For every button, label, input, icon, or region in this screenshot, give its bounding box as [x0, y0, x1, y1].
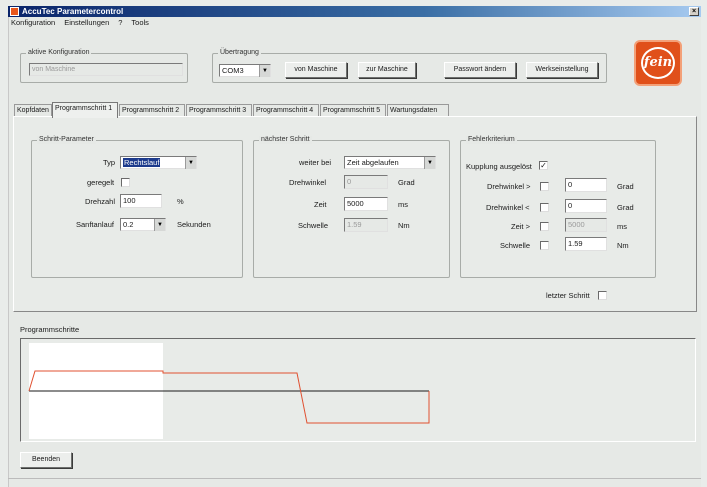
- menu-tools[interactable]: Tools: [131, 18, 149, 27]
- dw-lt-unit: Grad: [617, 203, 634, 212]
- zeit-gt-checkbox[interactable]: [540, 222, 549, 231]
- schwelle-unit: Nm: [398, 221, 410, 230]
- chevron-down-icon[interactable]: ▼: [259, 65, 270, 77]
- exit-button[interactable]: Beenden: [20, 452, 72, 468]
- dw-lt-checkbox[interactable]: [540, 203, 549, 212]
- menu-einstellungen[interactable]: Einstellungen: [64, 18, 109, 27]
- drehwinkel-label: Drehwinkel: [289, 178, 327, 187]
- tab-programmschritt-1[interactable]: Programmschritt 1: [52, 102, 118, 118]
- typ-value: Rechtslauf: [123, 158, 161, 167]
- chevron-down-icon[interactable]: ▼: [424, 157, 435, 169]
- next-step-legend: nächster Schritt: [259, 136, 312, 144]
- program-steps-graph: [20, 338, 696, 442]
- active-config-field: von Maschine: [29, 63, 183, 76]
- zeit-unit: ms: [398, 200, 408, 209]
- from-machine-button[interactable]: von Maschine: [285, 62, 347, 78]
- transfer-legend: Übertragung: [218, 49, 261, 57]
- close-button[interactable]: ×: [689, 7, 699, 16]
- drehzahl-label: Drehzahl: [85, 197, 116, 206]
- last-step-label: letzter Schritt: [546, 291, 590, 300]
- dw-gt-label: Drehwinkel >: [487, 182, 531, 191]
- schwelle-label: Schwelle: [298, 221, 329, 230]
- zeit-gt-input: 5000: [565, 218, 607, 232]
- dw-gt-checkbox[interactable]: [540, 182, 549, 191]
- geregelt-label: geregelt: [87, 178, 115, 187]
- chevron-down-icon[interactable]: ▼: [154, 219, 165, 231]
- app-icon: [10, 7, 19, 16]
- weiter-label: weiter bei: [299, 158, 332, 167]
- menu-bar: Konfiguration Einstellungen? Tools: [8, 18, 155, 28]
- zeit-label: Zeit: [314, 200, 327, 209]
- weiter-value: Zeit abgelaufen: [347, 158, 399, 167]
- geregelt-checkbox[interactable]: [121, 178, 130, 187]
- sanftanlauf-unit: Sekunden: [177, 220, 211, 229]
- kupplung-checkbox[interactable]: ✓: [539, 161, 548, 170]
- kupplung-label: Kupplung ausgelöst: [466, 162, 532, 171]
- menu-help[interactable]: ?: [118, 18, 122, 27]
- fein-logo-text: fein: [641, 47, 675, 79]
- dw-gt-input[interactable]: 0: [565, 178, 607, 192]
- schwelle-input: 1.59: [344, 218, 388, 232]
- schwelle-err-input[interactable]: 1.59: [565, 237, 607, 251]
- zeit-input[interactable]: 5000: [344, 197, 388, 211]
- port-select[interactable]: COM3 ▼: [219, 64, 271, 77]
- error-criterion-legend: Fehlerkriterium: [466, 136, 517, 144]
- change-password-button[interactable]: Passwort ändern: [444, 62, 516, 78]
- zeit-gt-unit: ms: [617, 222, 627, 231]
- sanftanlauf-label: Sanftanlauf: [76, 220, 114, 229]
- port-value: COM3: [222, 66, 244, 75]
- sanftanlauf-select[interactable]: 0.2 ▼: [120, 218, 166, 231]
- drehwinkel-input: 0: [344, 175, 388, 189]
- factory-settings-button[interactable]: Werkseinstellung: [526, 62, 598, 78]
- typ-label: Typ: [103, 158, 116, 167]
- dw-lt-input[interactable]: 0: [565, 199, 607, 213]
- chevron-down-icon[interactable]: ▼: [185, 157, 196, 169]
- typ-select[interactable]: Rechtslauf ▼: [120, 156, 197, 169]
- window-title: AccuTec Parametercontrol: [22, 7, 124, 16]
- drehwinkel-unit: Grad: [398, 178, 415, 187]
- dw-lt-label: Drehwinkel <: [486, 203, 530, 212]
- schwelle-err-checkbox[interactable]: [540, 241, 549, 250]
- zeit-gt-label: Zeit >: [511, 222, 530, 231]
- step-params-legend: Schritt-Parameter: [37, 136, 96, 144]
- status-bar: [8, 478, 701, 487]
- drehzahl-input[interactable]: 100: [120, 194, 162, 208]
- schwelle-err-unit: Nm: [617, 241, 629, 250]
- active-config-group: aktive Konfiguration von Maschine: [20, 49, 188, 83]
- dw-gt-unit: Grad: [617, 182, 634, 191]
- to-machine-button[interactable]: zur Maschine: [358, 62, 416, 78]
- drehzahl-unit: %: [177, 197, 184, 206]
- fein-logo: fein: [634, 40, 682, 86]
- program-steps-svg: [28, 343, 430, 439]
- weiter-select[interactable]: Zeit abgelaufen ▼: [344, 156, 436, 169]
- last-step-checkbox[interactable]: [598, 291, 607, 300]
- schwelle-err-label: Schwelle: [500, 241, 531, 250]
- menu-konfiguration[interactable]: Konfiguration: [11, 18, 55, 27]
- active-config-legend: aktive Konfiguration: [26, 49, 92, 57]
- sanftanlauf-value: 0.2: [123, 220, 134, 229]
- title-bar: AccuTec Parametercontrol ×: [8, 6, 701, 17]
- program-steps-label: Programmschritte: [20, 325, 80, 334]
